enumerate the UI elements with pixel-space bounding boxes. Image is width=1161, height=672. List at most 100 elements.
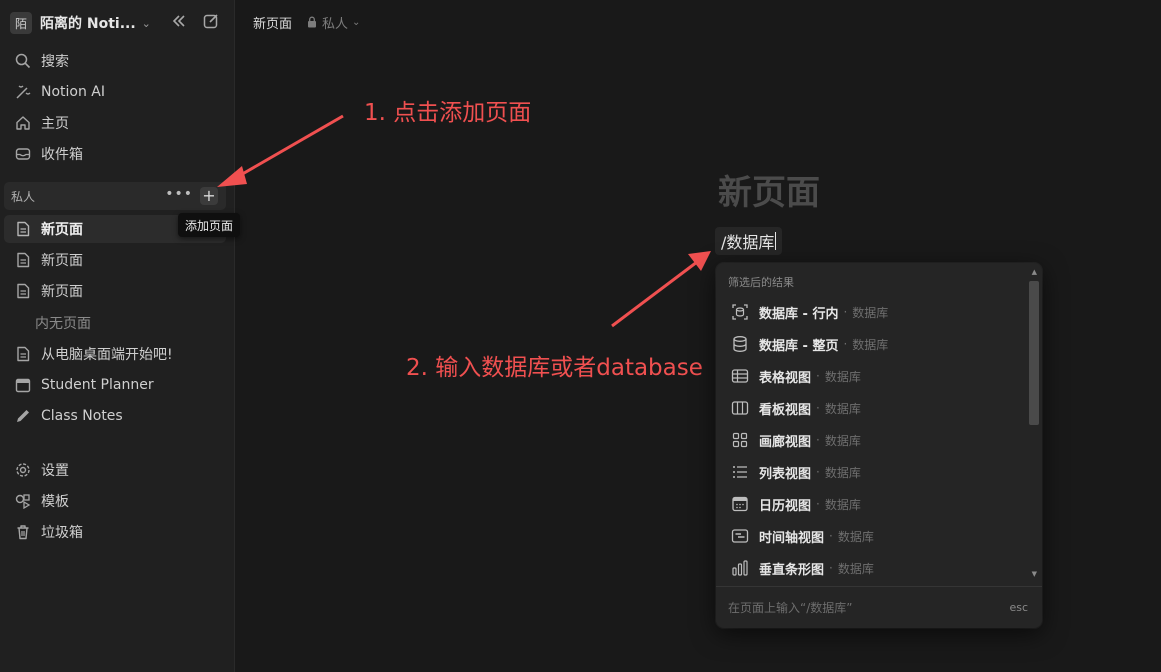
menu-item-name: 看板视图 [759, 402, 812, 418]
list-view-icon [730, 462, 750, 482]
more-options-icon[interactable]: ••• [165, 186, 193, 202]
arrow-to-command-input [611, 251, 711, 328]
menu-item-bar-chart[interactable]: 垂直条形图 · 数据库 [724, 553, 1024, 583]
bar-chart-icon [730, 558, 750, 578]
templates-icon [13, 491, 33, 511]
menu-item-name: 列表视图 [759, 466, 812, 482]
menu-item-category: 数据库 [837, 561, 874, 576]
database-inline-icon [730, 302, 750, 322]
menu-item-name: 垂直条形图 [759, 562, 825, 578]
slash-command-input[interactable]: /数据库 [715, 227, 783, 255]
collapse-sidebar-icon[interactable] [170, 12, 188, 30]
sidebar-page-item[interactable]: Class Notes [4, 402, 226, 430]
menu-item-separator: · [843, 337, 848, 351]
text-caret [775, 232, 777, 250]
arrow-to-add-page [217, 114, 344, 187]
sidebar-item-search[interactable]: 搜索 [4, 47, 226, 75]
board-view-icon [730, 398, 750, 418]
sidebar-page-item[interactable]: 新页面 [4, 246, 226, 274]
command-text: /数据库 [721, 233, 775, 252]
menu-item-database-full[interactable]: 数据库 - 整页 · 数据库 [724, 329, 1024, 359]
page-title[interactable]: 新页面 [718, 165, 820, 214]
private-section-header[interactable]: 私人 ••• + [4, 182, 226, 210]
settings-icon [13, 460, 33, 480]
timeline-view-icon [730, 526, 750, 546]
privacy-label: 私人 [322, 16, 349, 32]
menu-item-category: 数据库 [837, 529, 874, 544]
menu-item-board-view[interactable]: 看板视图 · 数据库 [724, 393, 1024, 423]
sidebar-page-label: Class Notes [41, 408, 123, 424]
sidebar-item-label: 模板 [41, 494, 69, 510]
menu-item-category: 数据库 [824, 465, 861, 480]
menu-item-separator: · [843, 305, 848, 319]
menu-item-separator: · [816, 401, 820, 415]
sidebar-item-label: 主页 [41, 116, 69, 132]
menu-item-name: 日历视图 [759, 498, 812, 514]
scroll-down-arrow-icon[interactable]: ▼ [1032, 570, 1037, 578]
section-label: 私人 [11, 189, 36, 204]
sidebar-page-item[interactable]: 从电脑桌面端开始吧! [4, 340, 226, 368]
menu-item-category: 数据库 [824, 401, 861, 416]
sidebar-item-notion-ai[interactable]: Notion AI [4, 78, 226, 106]
menu-divider [716, 586, 1042, 587]
sidebar-item-label: Notion AI [41, 84, 106, 100]
sidebar-item-templates[interactable]: 模板 [4, 487, 226, 515]
table-view-icon [730, 366, 750, 386]
lock-icon [306, 16, 318, 28]
home-icon [13, 113, 33, 133]
menu-item-list-view[interactable]: 列表视图 · 数据库 [724, 457, 1024, 487]
page-icon [13, 250, 33, 270]
sidebar-page-label: 新页面 [41, 284, 83, 300]
chevron-down-icon: ⌄ [352, 16, 361, 28]
add-page-button[interactable]: + [200, 187, 218, 205]
sidebar-page-item[interactable]: 新页面 [4, 277, 226, 305]
sidebar-item-home[interactable]: 主页 [4, 109, 226, 137]
menu-item-separator: · [829, 529, 833, 543]
menu-item-category: 数据库 [824, 433, 861, 448]
menu-item-category: 数据库 [824, 369, 861, 384]
menu-item-name: 数据库 - 整页 [759, 338, 839, 354]
menu-item-category: 数据库 [824, 497, 861, 512]
inbox-icon [13, 144, 33, 164]
menu-item-separator: · [816, 497, 820, 511]
esc-hint[interactable]: esc [1009, 601, 1028, 614]
page-icon [13, 344, 33, 364]
breadcrumb[interactable]: 新页面 [253, 13, 292, 32]
workspace-name: 陌离的 Noti... [40, 16, 136, 32]
page-icon [13, 219, 33, 239]
sidebar-item-settings[interactable]: 设置 [4, 456, 226, 484]
menu-item-name: 画廊视图 [759, 434, 812, 450]
sidebar-item-trash[interactable]: 垃圾箱 [4, 518, 226, 546]
menu-item-category: 数据库 [852, 337, 889, 352]
menu-item-calendar-view[interactable]: 日历视图 · 数据库 [724, 489, 1024, 519]
sidebar-item-inbox[interactable]: 收件箱 [4, 140, 226, 168]
menu-item-name: 表格视图 [759, 370, 812, 386]
menu-scrollbar-thumb[interactable] [1029, 281, 1039, 425]
sidebar-page-item[interactable]: Student Planner [4, 371, 226, 399]
menu-item-separator: · [829, 561, 833, 575]
database-full-icon [730, 334, 750, 354]
sidebar-page-label: 新页面 [41, 253, 83, 269]
search-icon [13, 51, 33, 71]
scroll-up-arrow-icon[interactable]: ▲ [1032, 268, 1037, 276]
sidebar-page-label: 从电脑桌面端开始吧! [41, 347, 173, 363]
gallery-view-icon [730, 430, 750, 450]
menu-item-category: 数据库 [852, 305, 889, 320]
sidebar-item-label: 设置 [41, 463, 69, 479]
page-icon [13, 281, 33, 301]
menu-item-separator: · [816, 465, 820, 479]
workspace-avatar: 陌 [10, 12, 32, 34]
calendar-view-icon [730, 494, 750, 514]
menu-item-timeline-view[interactable]: 时间轴视图 · 数据库 [724, 521, 1024, 551]
menu-item-gallery-view[interactable]: 画廊视图 · 数据库 [724, 425, 1024, 455]
privacy-selector[interactable]: 私人 ⌄ [306, 13, 360, 32]
menu-item-database-inline[interactable]: 数据库 - 行内 · 数据库 [724, 297, 1024, 327]
menu-item-table-view[interactable]: 表格视图 · 数据库 [724, 361, 1024, 391]
new-page-icon[interactable] [202, 12, 220, 30]
page-topbar: 新页面 私人 ⌄ [236, 0, 1161, 44]
notion-ai-icon [13, 82, 33, 102]
workspace-switcher[interactable]: 陌 陌离的 Noti... ⌄ [10, 9, 151, 37]
annotation-step2: 2. 输入数据库或者database [406, 355, 703, 381]
menu-item-separator: · [816, 433, 820, 447]
sidebar-item-label: 收件箱 [41, 147, 83, 163]
